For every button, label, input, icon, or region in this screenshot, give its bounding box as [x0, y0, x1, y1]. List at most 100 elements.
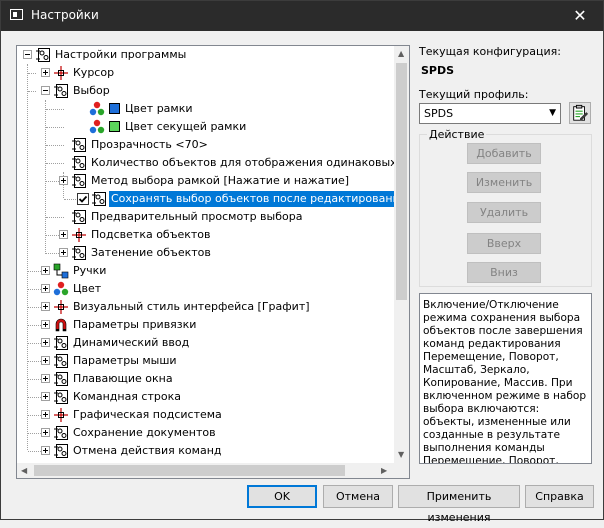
tree-item-grips[interactable]: Ручки [17, 262, 394, 280]
tree-item-object-count[interactable]: Количество объектов для отображения один… [17, 154, 394, 172]
expand-toggle[interactable] [41, 356, 50, 365]
horizontal-scrollbar[interactable]: ◀ ▶ [17, 463, 394, 478]
tree-item-undo[interactable]: Отмена действия команд [17, 442, 394, 460]
tree-item-visual-style[interactable]: Визуальный стиль интерфейса [Графит] [17, 298, 394, 316]
tree-item-label: Количество объектов для отображения один… [91, 156, 394, 169]
tree-item-label: Курсор [73, 66, 115, 79]
settings-icon [54, 372, 68, 386]
settings-icon [54, 84, 68, 98]
tree-item-label: Выбор [73, 84, 110, 97]
tree-item-floating[interactable]: Плавающие окна [17, 370, 394, 388]
grips-icon [53, 263, 69, 279]
config-value: SPDS [421, 64, 455, 77]
vertical-scroll-thumb[interactable] [396, 63, 407, 300]
tree-item-label: Прозрачность <70> [91, 138, 208, 151]
settings-icon [72, 138, 86, 152]
scroll-right-icon[interactable]: ▶ [381, 466, 387, 475]
settings-dialog: Настройки ✕ Настройки программы Курсор В… [0, 0, 604, 524]
tree-item-window-method[interactable]: Метод выбора рамкой [Нажатие и нажатие] [17, 172, 394, 190]
expand-toggle[interactable] [41, 392, 50, 401]
settings-tree[interactable]: Настройки программы Курсор Выбор Цвет ра… [16, 45, 410, 479]
config-label: Текущая конфигурация: [419, 45, 561, 58]
cancel-button[interactable]: Отмена [323, 485, 393, 508]
tree-item-command-line[interactable]: Командная строка [17, 388, 394, 406]
tree-item-graphics[interactable]: Графическая подсистема [17, 406, 394, 424]
expand-toggle[interactable] [41, 428, 50, 437]
collapse-toggle[interactable] [23, 50, 32, 59]
close-button[interactable]: ✕ [557, 1, 603, 31]
tree-item-crossing-color[interactable]: Цвет секущей рамки [17, 118, 394, 136]
expand-toggle[interactable] [41, 302, 50, 311]
expand-toggle[interactable] [41, 446, 50, 455]
tree-item-label: Предварительный просмотр выбора [91, 210, 303, 223]
apply-button[interactable]: Применить изменения [398, 485, 520, 524]
tree-item-label: Затенение объектов [91, 246, 211, 259]
color-swatch [109, 121, 120, 132]
delete-button[interactable]: Удалить [467, 202, 541, 223]
expand-toggle[interactable] [59, 248, 68, 257]
tree-item-cursor[interactable]: Курсор [17, 64, 394, 82]
expand-toggle[interactable] [59, 230, 68, 239]
ok-button[interactable]: OK [247, 485, 317, 508]
tree-item-label: Сохранять выбор объектов после редактиро… [109, 191, 394, 207]
tree-item-preview[interactable]: Предварительный просмотр выбора [17, 208, 394, 226]
expand-toggle[interactable] [41, 410, 50, 419]
color-dots-icon [53, 281, 69, 296]
expand-toggle[interactable] [41, 68, 50, 77]
expand-toggle[interactable] [41, 284, 50, 293]
magnet-icon [55, 318, 67, 332]
profile-label: Текущий профиль: [419, 88, 529, 101]
tree-item-highlight[interactable]: Подсветка объектов [17, 226, 394, 244]
edit-button[interactable]: Изменить [467, 172, 541, 193]
color-dots-icon [89, 101, 105, 116]
tree-item-label: Цвет [73, 282, 102, 295]
expand-toggle[interactable] [59, 176, 68, 185]
settings-icon [36, 48, 50, 62]
edit-profile-button[interactable] [569, 102, 591, 124]
scroll-up-icon[interactable]: ▲ [398, 49, 404, 58]
tree-item-mouse[interactable]: Параметры мыши [17, 352, 394, 370]
add-button[interactable]: Добавить [467, 143, 541, 164]
profile-select-value: SPDS [424, 107, 454, 120]
tree-item-keep-selection[interactable]: Сохранять выбор объектов после редактиро… [17, 190, 394, 208]
help-button[interactable]: Справка [525, 485, 594, 508]
tree-item-selection[interactable]: Выбор [17, 82, 394, 100]
tree-item-label: Командная строка [73, 390, 181, 403]
tree-item-shading[interactable]: Затенение объектов [17, 244, 394, 262]
tree-item-label: Динамический ввод [73, 336, 190, 349]
tree-item-dynamic-input[interactable]: Динамический ввод [17, 334, 394, 352]
expand-toggle[interactable] [41, 338, 50, 347]
tree-item-label: Метод выбора рамкой [Нажатие и нажатие] [91, 174, 350, 187]
scroll-down-icon[interactable]: ▼ [398, 450, 404, 459]
expand-toggle[interactable] [41, 374, 50, 383]
collapse-toggle[interactable] [41, 86, 50, 95]
tree-item-label: Ручки [73, 264, 107, 277]
profile-select[interactable]: SPDS ▼ [419, 103, 561, 124]
tree-item-label: Плавающие окна [73, 372, 173, 385]
settings-icon [72, 174, 86, 188]
tree-item-transparency[interactable]: Прозрачность <70> [17, 136, 394, 154]
scroll-left-icon[interactable]: ◀ [21, 466, 27, 475]
tree-item-label: Подсветка объектов [91, 228, 211, 241]
horizontal-scroll-thumb[interactable] [34, 465, 345, 476]
move-up-button[interactable]: Вверх [467, 233, 541, 254]
settings-icon [72, 156, 86, 170]
chevron-down-icon: ▼ [549, 108, 556, 118]
tree-root[interactable]: Настройки программы [17, 46, 394, 64]
tree-root-label: Настройки программы [55, 48, 187, 61]
tree-item-frame-color[interactable]: Цвет рамки [17, 100, 394, 118]
expand-toggle[interactable] [41, 320, 50, 329]
tree-item-label: Цвет рамки [125, 102, 193, 115]
expand-toggle[interactable] [41, 266, 50, 275]
color-dots-icon [89, 119, 105, 134]
keep-selection-checkbox[interactable] [77, 193, 89, 205]
clipboard-edit-icon [573, 104, 589, 121]
move-down-button[interactable]: Вниз [467, 262, 541, 283]
tree-item-label: Графическая подсистема [73, 408, 222, 421]
tree-item-color[interactable]: Цвет [17, 280, 394, 298]
tree-item-label: Отмена действия команд [73, 444, 222, 457]
tree-item-snap[interactable]: Параметры привязки [17, 316, 394, 334]
vertical-scrollbar[interactable]: ▲ ▼ [394, 46, 409, 463]
tree-item-label: Цвет секущей рамки [125, 120, 247, 133]
tree-item-save-docs[interactable]: Сохранение документов [17, 424, 394, 442]
